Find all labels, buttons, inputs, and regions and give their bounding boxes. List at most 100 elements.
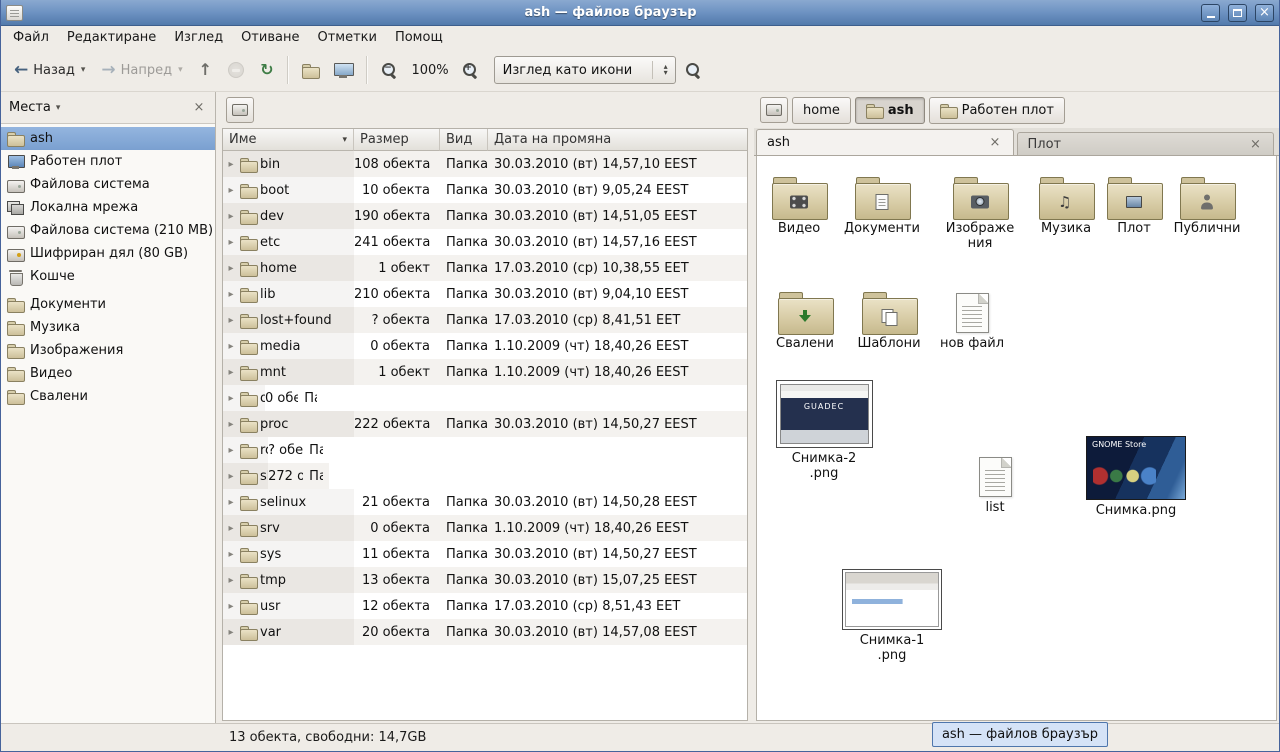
tab[interactable]: ash × — [756, 129, 1014, 155]
sidebar-place-item[interactable]: Шифриран дял (80 GB) — [1, 242, 215, 265]
computer-button[interactable] — [327, 53, 359, 87]
icon-item[interactable]: Документи — [842, 172, 922, 236]
expander-icon[interactable]: ▸ — [226, 367, 236, 378]
file-row[interactable]: ▸ etc 241 обекта Папка 30.03.2010 (вт) 1… — [223, 229, 747, 255]
file-row[interactable]: ▸ media 0 обекта Папка 1.10.2009 (чт) 18… — [223, 333, 747, 359]
path-button[interactable]: home — [792, 97, 851, 124]
file-row[interactable]: ▸ root ? обекта Папка 30.03.2010 (вт) 14… — [223, 437, 329, 463]
icon-item[interactable]: Плот — [1094, 172, 1174, 236]
path-button[interactable]: ash — [855, 97, 925, 124]
menu-item[interactable]: Отиване — [232, 27, 308, 48]
file-row[interactable]: ▸ sys 11 обекта Папка 30.03.2010 (вт) 14… — [223, 541, 747, 567]
sidebar-bookmark-item[interactable]: Изображения — [1, 339, 215, 362]
stop-button[interactable] — [221, 53, 251, 87]
expander-icon[interactable]: ▸ — [226, 523, 236, 534]
icon-item[interactable]: Публични — [1167, 172, 1247, 236]
sidebar-bookmark-item[interactable]: Свалени — [1, 385, 215, 408]
sidebar-place-item[interactable]: ash — [1, 127, 215, 150]
sidebar-bookmark-item[interactable]: Видео — [1, 362, 215, 385]
minimize-button[interactable] — [1201, 4, 1220, 22]
icon-item[interactable]: нов файл — [932, 287, 1012, 351]
zoom-out-button[interactable]: − — [374, 53, 405, 87]
icon-item[interactable]: Свалени — [765, 287, 845, 351]
expander-icon[interactable]: ▸ — [226, 575, 236, 586]
file-row[interactable]: ▸ usr 12 обекта Папка 17.03.2010 (ср) 8,… — [223, 593, 747, 619]
up-button[interactable]: ↑ — [192, 53, 219, 87]
file-row[interactable]: ▸ sbin 272 обекта Папка 30.03.2010 (вт) … — [223, 463, 329, 489]
file-row[interactable]: ▸ mnt 1 обект Папка 1.10.2009 (чт) 18,40… — [223, 359, 747, 385]
file-row[interactable]: ▸ opt 0 обекта Папка 1.10.2009 (чт) 18,4… — [223, 385, 323, 411]
forward-button[interactable]: → Напред ▾ — [94, 53, 189, 87]
expander-icon[interactable]: ▸ — [226, 315, 236, 326]
column-header-type[interactable]: Вид — [440, 129, 488, 151]
combo-spinner-icon[interactable]: ▴ ▾ — [659, 64, 673, 76]
sidebar-place-item[interactable]: Файлова система — [1, 173, 215, 196]
reload-button[interactable]: ↻ — [253, 53, 280, 87]
left-pane-root-button[interactable] — [226, 97, 254, 123]
icon-item[interactable]: Снимка-1.png — [839, 569, 945, 664]
column-header-date[interactable]: Дата на промяна — [488, 129, 747, 151]
file-row[interactable]: ▸ home 1 обект Папка 17.03.2010 (ср) 10,… — [223, 255, 747, 281]
sidebar-place-item[interactable]: Кошче — [1, 265, 215, 288]
view-mode-select[interactable]: Изглед като икони ▴ ▾ — [494, 56, 676, 84]
expander-icon[interactable]: ▸ — [226, 497, 236, 508]
sidebar-bookmark-item[interactable]: Музика — [1, 316, 215, 339]
close-button[interactable]: × — [1255, 4, 1274, 22]
file-row[interactable]: ▸ lib 210 обекта Папка 30.03.2010 (вт) 9… — [223, 281, 747, 307]
expander-icon[interactable]: ▸ — [226, 263, 236, 274]
file-row[interactable]: ▸ boot 10 обекта Папка 30.03.2010 (вт) 9… — [223, 177, 747, 203]
maximize-button[interactable] — [1228, 4, 1247, 22]
back-button[interactable]: ← Назад ▾ — [7, 53, 92, 87]
chevron-down-icon[interactable]: ▾ — [56, 103, 61, 113]
search-button[interactable] — [678, 53, 709, 87]
file-row[interactable]: ▸ srv 0 обекта Папка 1.10.2009 (чт) 18,4… — [223, 515, 747, 541]
icon-item[interactable]: GNOME Store Снимка.png — [1083, 436, 1189, 518]
menu-item[interactable]: Отметки — [308, 27, 385, 48]
expander-icon[interactable]: ▸ — [226, 393, 236, 404]
back-history-dropdown-icon[interactable]: ▾ — [81, 65, 86, 75]
sidebar-bookmark-item[interactable]: Документи — [1, 293, 215, 316]
expander-icon[interactable]: ▸ — [226, 185, 236, 196]
zoom-in-button[interactable]: + — [455, 53, 486, 87]
icon-item[interactable]: Видео — [759, 172, 839, 236]
expander-icon[interactable]: ▸ — [226, 237, 236, 248]
file-row[interactable]: ▸ selinux 21 обекта Папка 30.03.2010 (вт… — [223, 489, 747, 515]
menu-item[interactable]: Помощ — [386, 27, 452, 48]
home-button[interactable] — [295, 53, 325, 87]
expander-icon[interactable]: ▸ — [226, 159, 236, 170]
sidebar-close-button[interactable]: × — [191, 101, 207, 115]
expander-icon[interactable]: ▸ — [226, 627, 236, 638]
menu-item[interactable]: Изглед — [165, 27, 232, 48]
expander-icon[interactable]: ▸ — [226, 289, 236, 300]
icon-view[interactable]: Видео Документи — [756, 156, 1277, 721]
tab-close-button[interactable]: × — [1248, 138, 1263, 151]
expander-icon[interactable]: ▸ — [226, 419, 236, 430]
menu-item[interactable]: Редактиране — [58, 27, 165, 48]
places-selector[interactable]: Места — [9, 100, 51, 115]
titlebar[interactable]: ash — файлов браузър × — [1, 0, 1279, 26]
expander-icon[interactable]: ▸ — [226, 471, 236, 482]
file-row[interactable]: ▸ bin 108 обекта Папка 30.03.2010 (вт) 1… — [223, 151, 747, 177]
tab[interactable]: Плот × — [1017, 132, 1275, 155]
expander-icon[interactable]: ▸ — [226, 341, 236, 352]
expander-icon[interactable]: ▸ — [226, 445, 236, 456]
expander-icon[interactable]: ▸ — [226, 211, 236, 222]
expander-icon[interactable]: ▸ — [226, 549, 236, 560]
path-button[interactable]: Работен плот — [929, 97, 1065, 124]
icon-item[interactable]: GUADEC Снимка-2.png — [774, 380, 874, 482]
sidebar-place-item[interactable]: Файлова система (210 MB) — [1, 219, 215, 242]
file-row[interactable]: ▸ proc 222 обекта Папка 30.03.2010 (вт) … — [223, 411, 747, 437]
menu-item[interactable]: Файл — [4, 27, 58, 48]
path-root-button[interactable] — [760, 97, 788, 123]
file-row[interactable]: ▸ var 20 обекта Папка 30.03.2010 (вт) 14… — [223, 619, 747, 645]
icon-item[interactable]: Шаблони — [849, 287, 929, 351]
sidebar-place-item[interactable]: Работен плот — [1, 150, 215, 173]
file-row[interactable]: ▸ dev 190 обекта Папка 30.03.2010 (вт) 1… — [223, 203, 747, 229]
file-row[interactable]: ▸ lost+found ? обекта Папка 17.03.2010 (… — [223, 307, 747, 333]
column-header-size[interactable]: Размер — [354, 129, 440, 151]
tab-close-button[interactable]: × — [988, 136, 1003, 149]
icon-item[interactable]: list — [955, 451, 1035, 515]
file-row[interactable]: ▸ tmp 13 обекта Папка 30.03.2010 (вт) 15… — [223, 567, 747, 593]
expander-icon[interactable]: ▸ — [226, 601, 236, 612]
icon-item[interactable]: Изображения — [940, 172, 1020, 252]
